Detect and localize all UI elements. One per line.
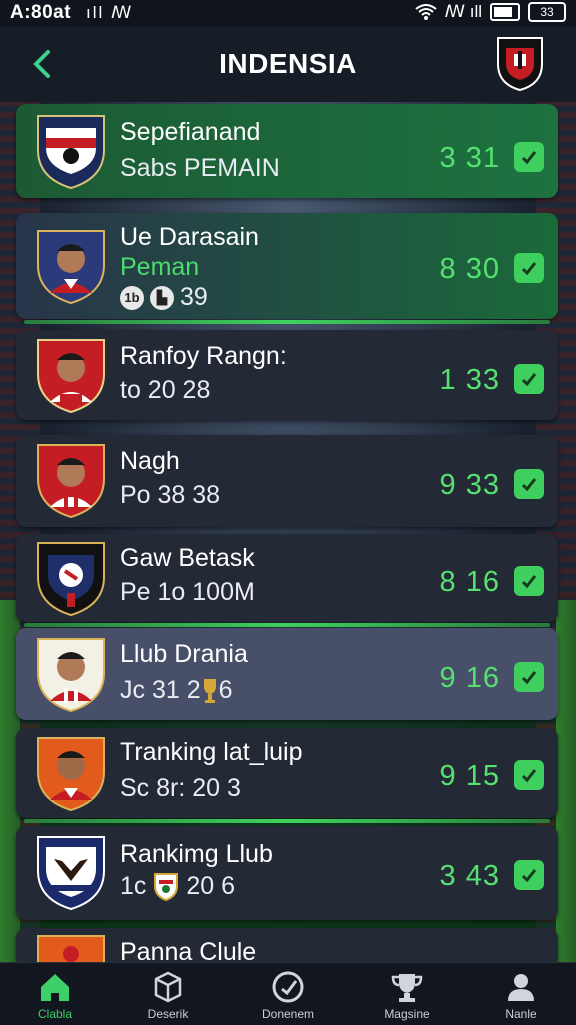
page-title: INDENSIA: [219, 48, 357, 79]
row-title: Llub Drania: [120, 640, 248, 668]
signal-icon: ꟿ ıll: [444, 2, 482, 21]
nav-label: Nanle: [505, 1007, 537, 1021]
row-subtitle: Sc 8r: 20 3: [120, 774, 241, 802]
list-item[interactable]: Ranfoy Rangn: to 20 28 1 33: [16, 330, 558, 420]
nav-label: Donenem: [261, 1007, 315, 1021]
row-subtitle: 1c: [120, 872, 147, 900]
row-divider: [24, 819, 550, 823]
list-item[interactable]: Sepefianand Sabs PEMAIN 3 31: [16, 104, 558, 198]
carrier-label: A:80at: [10, 2, 72, 23]
list-item[interactable]: Gaw Betask Pe 1o 100M 8 16: [16, 534, 558, 627]
row-score: 9 15: [439, 760, 500, 792]
club-crest-icon: [37, 115, 105, 190]
check-icon[interactable]: [514, 142, 544, 172]
signal-icons-left: ıll ꟿ: [86, 3, 134, 22]
stat-badge-icon: 1b: [120, 286, 144, 311]
row-stats: 1c 20 6: [120, 872, 235, 902]
row-score: 3 43: [439, 860, 500, 892]
row-subtitle-end: 6: [218, 676, 233, 704]
home-icon: [41, 974, 69, 1001]
list-item[interactable]: Llub Drania Jc 31 2 6 9 16: [16, 628, 558, 720]
row-score: 9 16: [439, 662, 500, 694]
nav-item-trophy[interactable]: Magsine: [352, 969, 462, 1021]
player-avatar: [37, 638, 105, 713]
check-icon[interactable]: [514, 469, 544, 499]
pitch-background-right: [556, 600, 576, 980]
check-icon[interactable]: [514, 760, 544, 790]
list-item[interactable]: Ue Darasain Peman 1b ▙ 39 8 30: [16, 213, 558, 324]
player-avatar: [37, 737, 105, 812]
status-bar: A:80at ıll ꟿ ꟿ ıll 33: [0, 0, 576, 26]
row-score: 8 16: [439, 566, 500, 598]
row-subtitle: Sabs PEMAIN: [120, 154, 280, 182]
player-avatar: [37, 444, 105, 519]
trophy-icon: [203, 679, 216, 704]
list-item[interactable]: Tranking lat_luip Sc 8r: 20 3 9 15: [16, 728, 558, 823]
player-avatar: [37, 230, 105, 305]
boot-icon: ▙: [150, 286, 174, 311]
check-icon[interactable]: [514, 662, 544, 692]
row-title: Gaw Betask: [120, 544, 255, 572]
row-subtitle: to 20 28: [120, 376, 211, 404]
row-subtitle: Peman: [120, 253, 200, 281]
club-crest-icon: [37, 542, 105, 617]
player-avatar: [37, 339, 105, 414]
club-crest-icon: [37, 836, 105, 911]
row-score: 9 33: [439, 469, 500, 501]
row-divider: [24, 320, 550, 324]
row-score: 8 30: [439, 253, 500, 285]
row-title: Rankimg Llub: [120, 840, 273, 868]
row-divider: [24, 623, 550, 627]
check-icon[interactable]: [514, 364, 544, 394]
target-icon: [272, 971, 304, 1003]
list-item[interactable]: Rankimg Llub 1c 20 6 3 43: [16, 826, 558, 920]
box-icon: [154, 971, 182, 1003]
row-score: 1 33: [439, 364, 500, 396]
nav-item-target[interactable]: Donenem: [233, 969, 343, 1021]
row-stats: 1b ▙ 39: [120, 283, 208, 312]
nav-label: Deserik: [147, 1007, 189, 1021]
row-subtitle-end: 20 6: [186, 872, 235, 900]
app-header: INDENSIA: [0, 26, 576, 102]
user-icon: [508, 974, 534, 1001]
nav-item-profile[interactable]: Nanle: [466, 969, 576, 1021]
row-subtitle: Po 38 38: [120, 481, 221, 509]
row-title: Nagh: [120, 447, 180, 475]
check-icon[interactable]: [514, 253, 544, 283]
row-subtitle: Jc 31 2: [120, 676, 201, 704]
battery-level: 33: [528, 2, 566, 22]
club-crest-icon[interactable]: [494, 34, 546, 92]
nav-label: Magsine: [384, 1007, 430, 1021]
list-item[interactable]: Nagh Po 38 38 9 33: [16, 435, 558, 527]
status-icons-right: ꟿ ıll 33: [414, 2, 566, 22]
row-title: Ue Darasain: [120, 223, 259, 251]
row-title: Ranfoy Rangn:: [120, 342, 287, 370]
row-extra-value: 39: [180, 283, 208, 311]
bottom-navigation: Clabla Deserik Donenem Magsine Nanle: [0, 962, 576, 1025]
row-title: Tranking lat_luip: [120, 738, 303, 766]
check-icon[interactable]: [514, 860, 544, 890]
wifi-icon: [414, 4, 437, 20]
row-title: Sepefianand: [120, 118, 261, 146]
row-score: 3 31: [439, 142, 500, 174]
club-crest-icon: [154, 873, 179, 902]
battery-icon: [490, 3, 520, 21]
check-icon[interactable]: [514, 566, 544, 596]
nav-item-home[interactable]: Clabla: [0, 969, 110, 1021]
row-subtitle: Pe 1o 100M: [120, 578, 255, 606]
row-stats: Jc 31 2 6: [120, 676, 233, 706]
trophy-icon: [391, 974, 423, 1002]
nav-label: Clabla: [37, 1007, 73, 1021]
nav-item-box[interactable]: Deserik: [113, 969, 223, 1021]
